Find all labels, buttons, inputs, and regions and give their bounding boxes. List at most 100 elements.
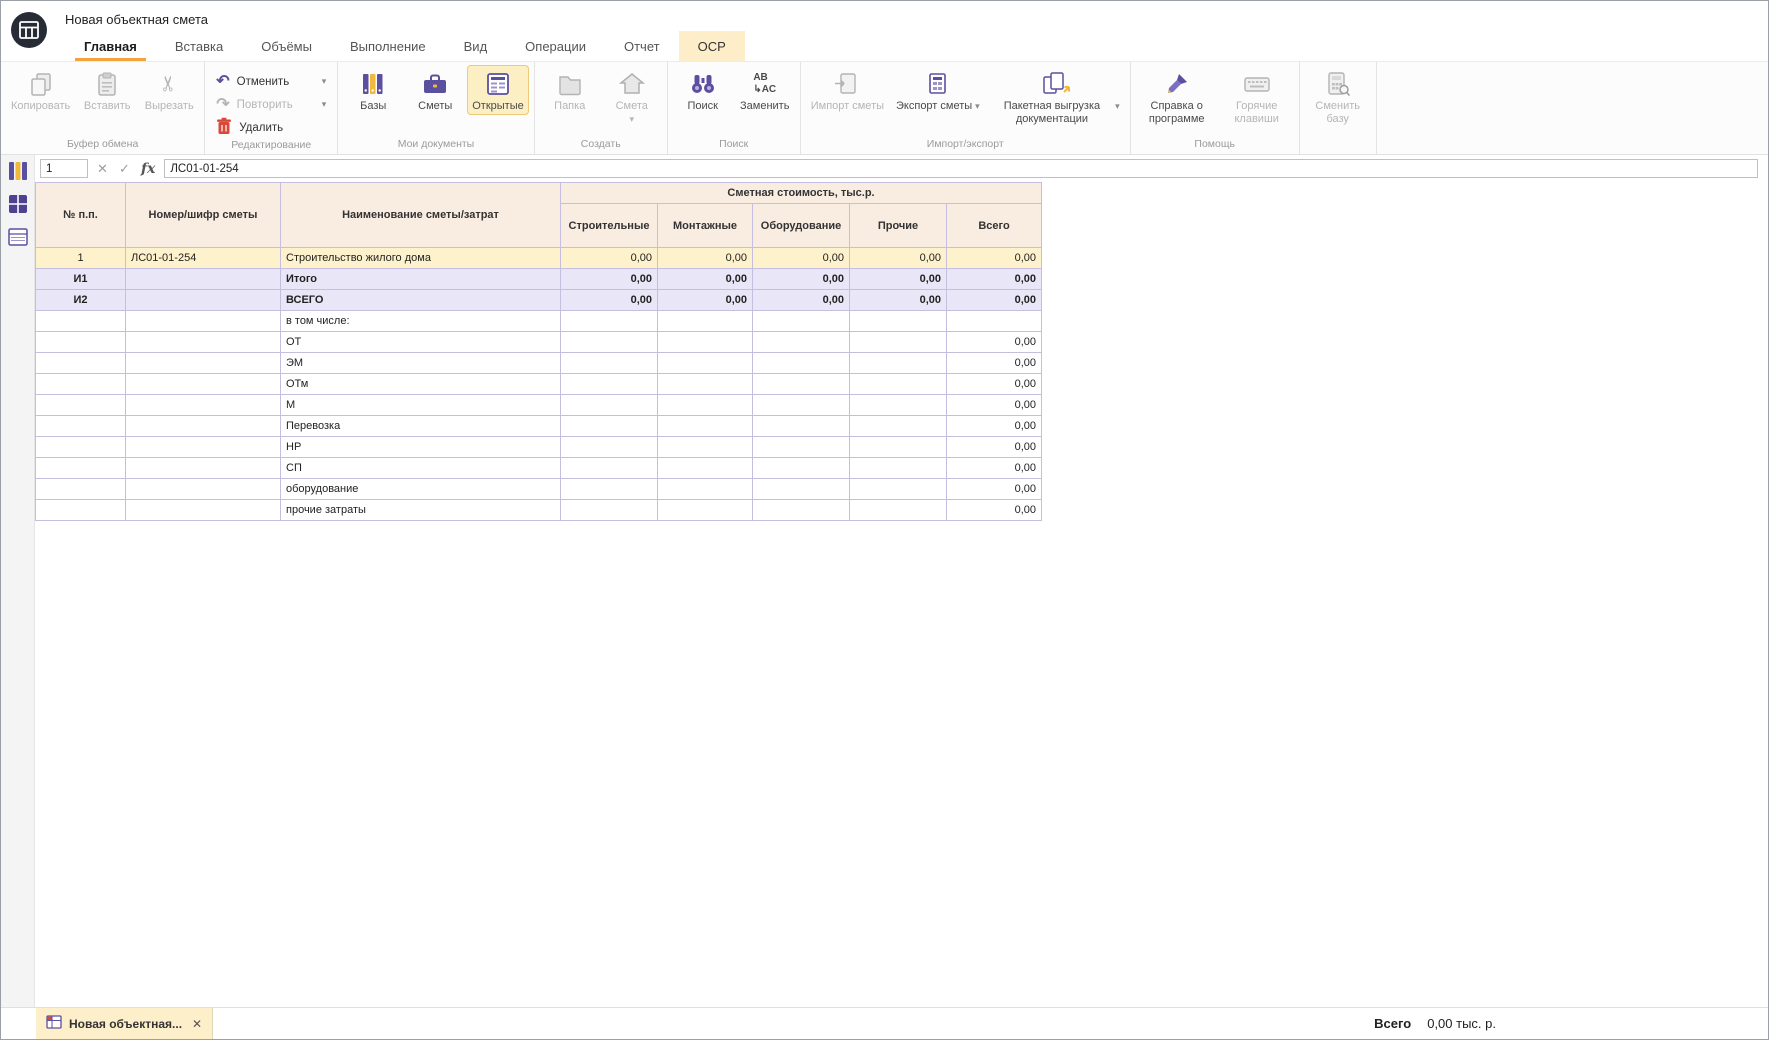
cell-name[interactable]: Итого — [281, 269, 561, 290]
export-dropdown-icon[interactable]: ▾ — [975, 100, 980, 113]
cell-mount[interactable] — [658, 416, 753, 437]
delete-button[interactable]: Удалить — [210, 117, 332, 138]
cell-name[interactable]: СП — [281, 458, 561, 479]
cell-num[interactable] — [36, 437, 126, 458]
cell-build[interactable] — [561, 416, 658, 437]
cell-code[interactable] — [126, 479, 281, 500]
cell-code[interactable] — [126, 290, 281, 311]
cell-num[interactable] — [36, 458, 126, 479]
tab-vypolnenie[interactable]: Выполнение — [331, 31, 445, 61]
cell-num[interactable]: 1 — [36, 248, 126, 269]
cell-total[interactable]: 0,00 — [947, 353, 1042, 374]
cell-total[interactable] — [947, 311, 1042, 332]
cell-other[interactable] — [850, 500, 947, 521]
cell-other[interactable] — [850, 479, 947, 500]
cell-code[interactable] — [126, 500, 281, 521]
view-list-icon[interactable] — [5, 224, 31, 250]
cell-build[interactable] — [561, 374, 658, 395]
table-row[interactable]: НР 0,00 — [36, 437, 1042, 458]
cell-build[interactable]: 0,00 — [561, 269, 658, 290]
cell-mount[interactable] — [658, 311, 753, 332]
cell-num[interactable] — [36, 374, 126, 395]
undo-button[interactable]: ↶ Отменить ▾ — [210, 71, 332, 92]
cell-total[interactable]: 0,00 — [947, 500, 1042, 521]
cell-mount[interactable] — [658, 395, 753, 416]
view-split-icon[interactable] — [5, 191, 31, 217]
cell-other[interactable] — [850, 311, 947, 332]
tab-operacii[interactable]: Операции — [506, 31, 605, 61]
cell-other[interactable] — [850, 416, 947, 437]
cell-other[interactable] — [850, 458, 947, 479]
table-row[interactable]: ОТм 0,00 — [36, 374, 1042, 395]
cell-name[interactable]: НР — [281, 437, 561, 458]
tab-osr[interactable]: ОСР — [679, 31, 745, 61]
cell-build[interactable] — [561, 437, 658, 458]
cell-name[interactable]: Строительство жилого дома — [281, 248, 561, 269]
change-base-button[interactable]: Сменить базу — [1305, 65, 1371, 128]
app-logo-icon[interactable] — [10, 11, 48, 49]
cell-equip[interactable] — [753, 479, 850, 500]
cell-num[interactable] — [36, 416, 126, 437]
cell-code[interactable] — [126, 311, 281, 332]
cell-name[interactable]: в том числе: — [281, 311, 561, 332]
cell-total[interactable]: 0,00 — [947, 374, 1042, 395]
cell-num[interactable] — [36, 395, 126, 416]
cell-num[interactable] — [36, 353, 126, 374]
export-estimate-button[interactable]: Экспорт сметы▾ — [891, 65, 985, 115]
cell-code[interactable] — [126, 269, 281, 290]
replace-button[interactable]: AB↳AC Заменить — [735, 65, 795, 115]
cell-other[interactable]: 0,00 — [850, 269, 947, 290]
cell-num[interactable] — [36, 500, 126, 521]
table-row[interactable]: ЭМ 0,00 — [36, 353, 1042, 374]
row-number-input[interactable] — [40, 159, 88, 178]
folder-button[interactable]: Папка — [540, 65, 600, 115]
cell-name[interactable]: прочие затраты — [281, 500, 561, 521]
cell-total[interactable]: 0,00 — [947, 332, 1042, 353]
cell-code[interactable] — [126, 353, 281, 374]
cell-other[interactable] — [850, 353, 947, 374]
cell-code[interactable] — [126, 395, 281, 416]
cell-equip[interactable]: 0,00 — [753, 269, 850, 290]
search-button[interactable]: Поиск — [673, 65, 733, 115]
cell-total[interactable]: 0,00 — [947, 248, 1042, 269]
cell-total[interactable]: 0,00 — [947, 437, 1042, 458]
cell-mount[interactable]: 0,00 — [658, 248, 753, 269]
cell-equip[interactable]: 0,00 — [753, 248, 850, 269]
paste-button[interactable]: Вставить — [77, 65, 137, 115]
cell-mount[interactable] — [658, 332, 753, 353]
cell-code[interactable] — [126, 458, 281, 479]
cell-other[interactable] — [850, 437, 947, 458]
cell-other[interactable] — [850, 332, 947, 353]
cell-name[interactable]: ЭМ — [281, 353, 561, 374]
cell-num[interactable]: И2 — [36, 290, 126, 311]
undo-dropdown-icon[interactable]: ▾ — [322, 75, 327, 88]
confirm-edit-icon[interactable]: ✓ — [117, 161, 132, 177]
redo-button[interactable]: ↷ Повторить ▾ — [210, 94, 332, 115]
table-row[interactable]: оборудование 0,00 — [36, 479, 1042, 500]
cell-num[interactable]: И1 — [36, 269, 126, 290]
tab-vstavka[interactable]: Вставка — [156, 31, 242, 61]
cell-total[interactable]: 0,00 — [947, 458, 1042, 479]
cell-num[interactable] — [36, 479, 126, 500]
hotkeys-button[interactable]: Горячие клавиши — [1220, 65, 1294, 128]
cell-other[interactable] — [850, 374, 947, 395]
tab-vid[interactable]: Вид — [445, 31, 507, 61]
cell-build[interactable] — [561, 395, 658, 416]
table-row[interactable]: И2 ВСЕГО 0,00 0,00 0,00 0,00 0,00 — [36, 290, 1042, 311]
cell-code[interactable] — [126, 374, 281, 395]
cell-total[interactable]: 0,00 — [947, 395, 1042, 416]
tab-glavnaya[interactable]: Главная — [65, 31, 156, 61]
table-row[interactable]: в том числе: — [36, 311, 1042, 332]
bases-button[interactable]: Базы — [343, 65, 403, 115]
fx-icon[interactable]: fx — [139, 161, 157, 177]
cell-name[interactable]: ОТ — [281, 332, 561, 353]
table-row[interactable]: М 0,00 — [36, 395, 1042, 416]
table-row[interactable]: Перевозка 0,00 — [36, 416, 1042, 437]
opened-button[interactable]: Открытые — [467, 65, 529, 115]
cell-total[interactable]: 0,00 — [947, 416, 1042, 437]
cell-other[interactable]: 0,00 — [850, 248, 947, 269]
cell-name[interactable]: ВСЕГО — [281, 290, 561, 311]
cell-build[interactable]: 0,00 — [561, 248, 658, 269]
cell-equip[interactable] — [753, 500, 850, 521]
cell-code[interactable] — [126, 332, 281, 353]
